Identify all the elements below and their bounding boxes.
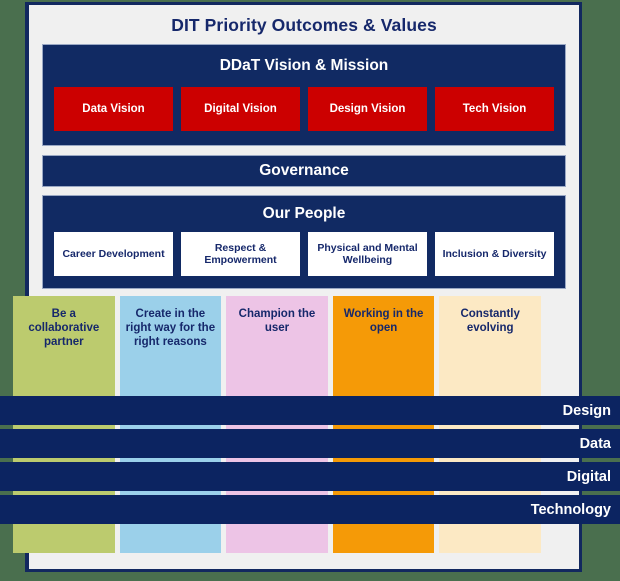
discipline-label-design: Design [562, 402, 611, 419]
vision-chip-data[interactable]: Data Vision [54, 87, 173, 131]
vision-chip-tech[interactable]: Tech Vision [435, 87, 554, 131]
people-chip-inclusion-diversity[interactable]: Inclusion & Diversity [435, 232, 554, 276]
vision-mission-heading: DDaT Vision & Mission [219, 57, 389, 74]
vision-mission-panel: DDaT Vision & Mission Data Vision Digita… [42, 44, 566, 146]
vision-chip-row: Data Vision Digital Vision Design Vision… [43, 87, 565, 131]
people-chip-career-development[interactable]: Career Development [54, 232, 173, 276]
discipline-bar-data[interactable]: Data [0, 429, 620, 458]
vision-chip-digital[interactable]: Digital Vision [181, 87, 300, 131]
people-chip-physical-mental-wellbeing[interactable]: Physical and Mental Wellbeing [308, 232, 427, 276]
vision-chip-design[interactable]: Design Vision [308, 87, 427, 131]
value-label-working-in-the-open: Working in the open [343, 308, 424, 334]
governance-heading: Governance [259, 162, 349, 179]
discipline-bar-design[interactable]: Design [0, 396, 620, 425]
governance-panel: Governance [42, 155, 566, 187]
discipline-label-digital: Digital [566, 468, 611, 485]
discipline-label-data: Data [579, 435, 611, 452]
value-label-constantly-evolving: Constantly evolving [460, 308, 520, 334]
value-label-right-way-right-reasons: Create in the right way for the right re… [125, 308, 216, 348]
value-label-champion-the-user: Champion the user [238, 308, 316, 334]
page-title: DIT Priority Outcomes & Values [171, 15, 437, 35]
people-chip-row: Career Development Respect & Empowerment… [43, 232, 565, 276]
people-chip-respect-empowerment[interactable]: Respect & Empowerment [181, 232, 300, 276]
discipline-bar-technology[interactable]: Technology [0, 495, 620, 524]
our-people-panel: Our People Career Development Respect & … [42, 195, 566, 289]
discipline-label-technology: Technology [530, 501, 611, 518]
our-people-heading: Our People [262, 205, 346, 222]
discipline-bar-digital[interactable]: Digital [0, 462, 620, 491]
value-label-collaborative-partner: Be a collaborative partner [28, 308, 100, 348]
